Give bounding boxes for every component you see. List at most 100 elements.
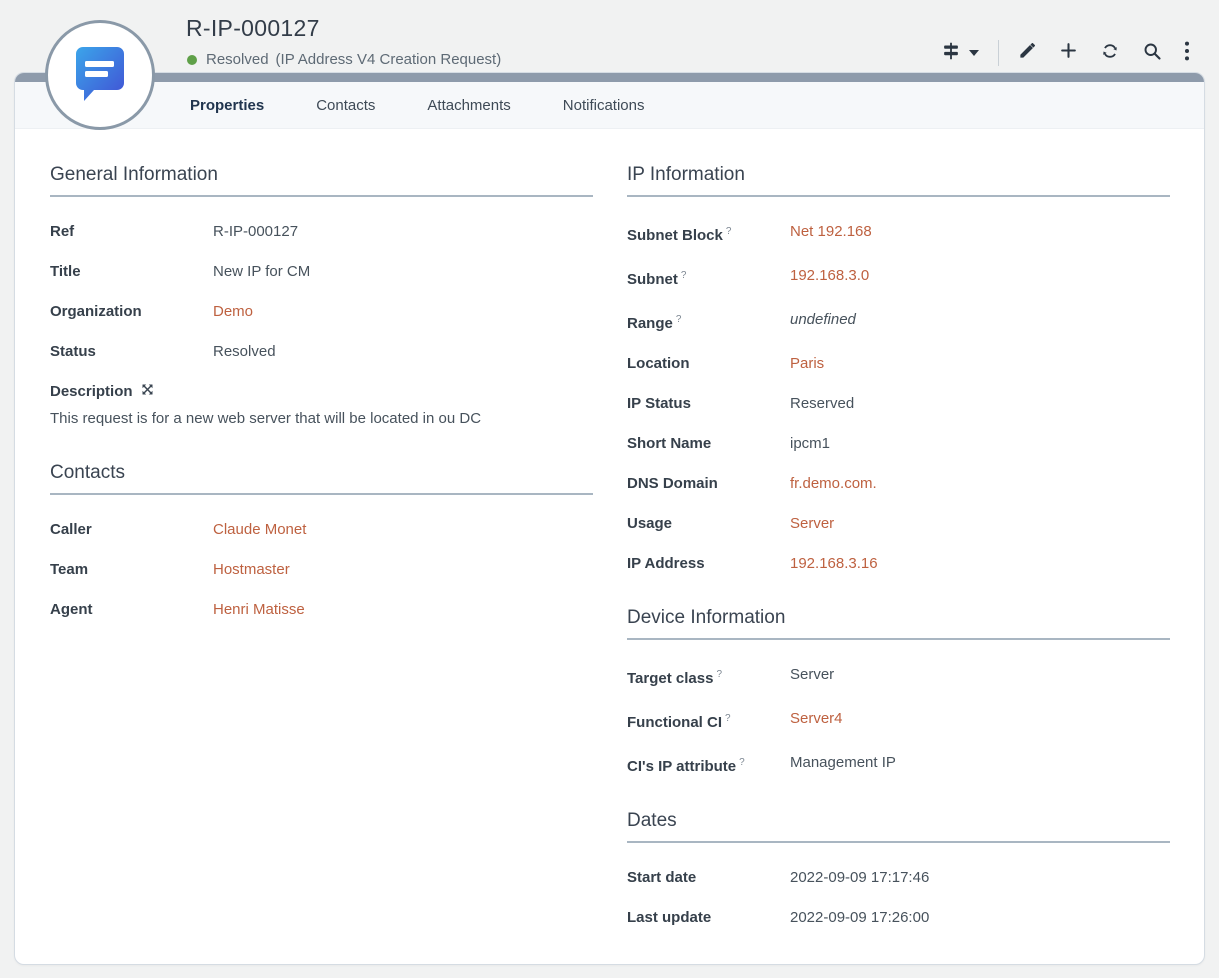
field-ip-status: IP Status Reserved (627, 395, 1170, 412)
team-link[interactable]: Hostmaster (213, 561, 290, 578)
field-subnet-block: Subnet Block? Net 192.168 (627, 223, 1170, 244)
properties-panel: General Information Ref R-IP-000127 Titl… (15, 129, 1204, 961)
field-short-name: Short Name ipcm1 (627, 435, 1170, 452)
edit-pencil-icon (1018, 41, 1037, 65)
field-start-date: Start date 2022-09-09 17:17:46 (627, 869, 1170, 886)
status-detail: (IP Address V4 Creation Request) (276, 51, 502, 68)
field-label: Description (50, 383, 133, 400)
functional-ci-link[interactable]: Server4 (790, 710, 843, 731)
field-subnet: Subnet? 192.168.3.0 (627, 267, 1170, 288)
refresh-button[interactable] (1089, 41, 1131, 66)
section-general-information: General Information Ref R-IP-000127 Titl… (50, 164, 593, 427)
add-plus-icon (1059, 41, 1078, 65)
subnet-block-link[interactable]: Net 192.168 (790, 223, 872, 244)
field-range: Range? undefined (627, 311, 1170, 332)
field-label: Target class? (627, 666, 790, 687)
object-card: Properties Contacts Attachments Notifica… (14, 72, 1205, 965)
field-value: ipcm1 (790, 435, 830, 452)
tab-bar: Properties Contacts Attachments Notifica… (15, 82, 1204, 129)
tab-contacts[interactable]: Contacts (316, 97, 375, 114)
edit-button[interactable] (1007, 41, 1048, 65)
section-title: IP Information (627, 164, 1170, 197)
field-label: Caller (50, 521, 213, 538)
left-column: General Information Ref R-IP-000127 Titl… (50, 164, 593, 961)
status-label: Resolved (206, 51, 269, 68)
usage-link[interactable]: Server (790, 515, 834, 532)
status-dot-icon (187, 55, 197, 65)
status-line: Resolved (IP Address V4 Creation Request… (187, 51, 501, 68)
section-device-information: Device Information Target class? Server … (627, 607, 1170, 775)
description-text: This request is for a new web server tha… (50, 410, 593, 427)
subnet-link[interactable]: 192.168.3.0 (790, 267, 869, 288)
field-title: Title New IP for CM (50, 263, 593, 280)
hint-icon: ? (716, 669, 722, 680)
field-label: Subnet Block? (627, 223, 790, 244)
field-target-class: Target class? Server (627, 666, 1170, 687)
location-link[interactable]: Paris (790, 355, 824, 372)
section-title: General Information (50, 164, 593, 197)
search-icon (1142, 41, 1162, 66)
hint-icon: ? (725, 713, 731, 724)
more-actions-button[interactable] (1173, 40, 1201, 67)
field-ref: Ref R-IP-000127 (50, 223, 593, 240)
tab-attachments[interactable]: Attachments (427, 97, 510, 114)
field-agent: Agent Henri Matisse (50, 601, 593, 618)
tab-notifications[interactable]: Notifications (563, 97, 645, 114)
dns-domain-link[interactable]: fr.demo.com. (790, 475, 877, 492)
section-title: Device Information (627, 607, 1170, 640)
field-value: R-IP-000127 (213, 223, 298, 240)
field-label: Usage (627, 515, 790, 532)
agent-link[interactable]: Henri Matisse (213, 601, 305, 618)
caller-link[interactable]: Claude Monet (213, 521, 306, 538)
field-value: 2022-09-09 17:17:46 (790, 869, 929, 886)
add-button[interactable] (1048, 41, 1089, 65)
field-caller: Caller Claude Monet (50, 521, 593, 538)
field-value: Management IP (790, 754, 896, 775)
field-value: New IP for CM (213, 263, 310, 280)
chevron-down-icon (969, 50, 979, 56)
field-label: Organization (50, 303, 213, 320)
toolbar (929, 38, 1201, 68)
field-functional-ci: Functional CI? Server4 (627, 710, 1170, 731)
tab-properties[interactable]: Properties (190, 97, 264, 114)
hint-icon: ? (676, 314, 682, 325)
section-contacts: Contacts Caller Claude Monet Team Hostma… (50, 462, 593, 618)
object-avatar (45, 20, 155, 130)
field-location: Location Paris (627, 355, 1170, 372)
search-button[interactable] (1131, 41, 1173, 66)
expand-icon[interactable] (141, 383, 154, 400)
field-value: Resolved (213, 343, 276, 360)
field-label: IP Address (627, 555, 790, 572)
section-title: Contacts (50, 462, 593, 495)
field-label: Last update (627, 909, 790, 926)
field-value: Server (790, 666, 834, 687)
field-value: undefined (790, 311, 856, 332)
field-value: Reserved (790, 395, 854, 412)
section-dates: Dates Start date 2022-09-09 17:17:46 Las… (627, 810, 1170, 926)
chat-bubble-icon (70, 42, 130, 109)
field-ci-ip-attribute: CI's IP attribute? Management IP (627, 754, 1170, 775)
field-last-update: Last update 2022-09-09 17:26:00 (627, 909, 1170, 926)
field-label: Location (627, 355, 790, 372)
field-label: Short Name (627, 435, 790, 452)
field-ip-address: IP Address 192.168.3.16 (627, 555, 1170, 572)
page-header: R-IP-000127 Resolved (IP Address V4 Crea… (0, 0, 1219, 72)
ip-address-link[interactable]: 192.168.3.16 (790, 555, 878, 572)
field-label: Range? (627, 311, 790, 332)
filter-icon (940, 40, 962, 67)
hint-icon: ? (739, 757, 745, 768)
field-label: CI's IP attribute? (627, 754, 790, 775)
toolbar-divider (998, 40, 999, 66)
hint-icon: ? (681, 270, 687, 281)
organization-link[interactable]: Demo (213, 303, 253, 320)
more-kebab-icon (1184, 40, 1190, 67)
section-title: Dates (627, 810, 1170, 843)
field-value: 2022-09-09 17:26:00 (790, 909, 929, 926)
filter-menu-button[interactable] (929, 40, 990, 67)
field-label: Start date (627, 869, 790, 886)
field-label: DNS Domain (627, 475, 790, 492)
field-label: Status (50, 343, 213, 360)
hint-icon: ? (726, 226, 732, 237)
right-column: IP Information Subnet Block? Net 192.168… (627, 164, 1170, 961)
field-label: Agent (50, 601, 213, 618)
